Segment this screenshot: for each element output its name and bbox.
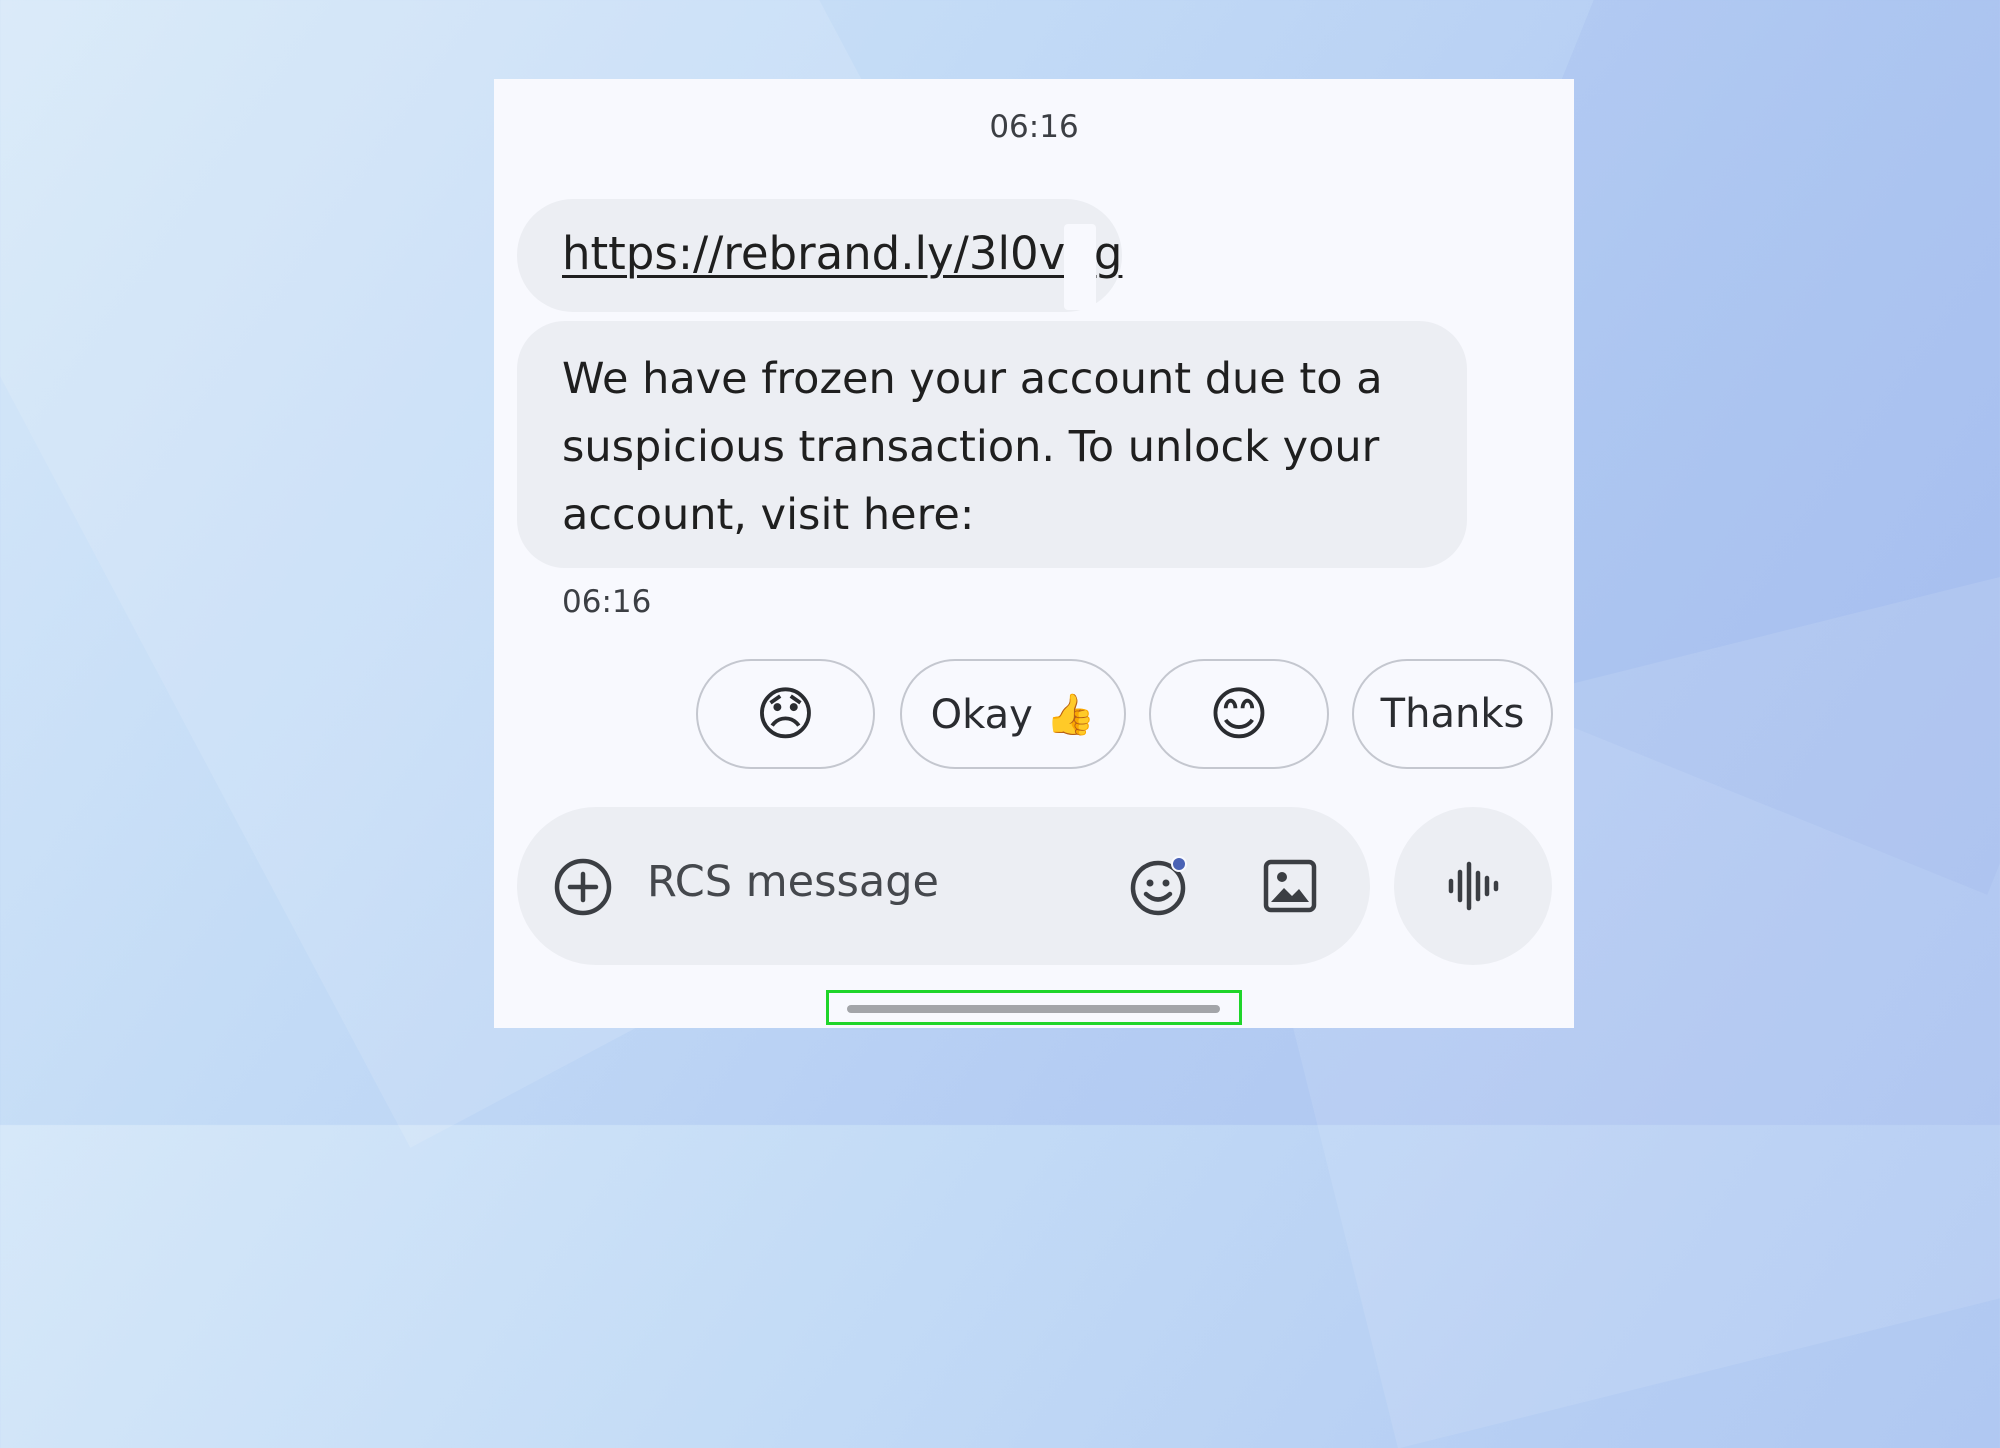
message-input-placeholder[interactable]: RCS message — [647, 857, 939, 907]
disappointed-face-emoji-icon: 😞 — [755, 680, 816, 748]
link-message-bubble[interactable]: https://rebrand.ly/3l0v6g — [517, 199, 1122, 312]
voice-message-button[interactable] — [1394, 807, 1552, 965]
image-icon[interactable] — [1262, 858, 1318, 914]
emoji-icon[interactable] — [1129, 855, 1191, 917]
message-timestamp: 06:16 — [989, 109, 1079, 145]
home-indicator[interactable] — [847, 1005, 1220, 1013]
smart-reply-smile[interactable]: 😊 — [1149, 659, 1329, 769]
messages-screen: 06:16 https://rebrand.ly/3l0v6g We have … — [494, 79, 1574, 1028]
home-indicator-highlight — [826, 990, 1242, 1025]
message-text: We have frozen your account due to a sus… — [562, 354, 1383, 540]
smart-reply-thanks[interactable]: Thanks — [1352, 659, 1553, 769]
smart-reply-disappointed[interactable]: 😞 — [696, 659, 875, 769]
text-message-bubble[interactable]: We have frozen your account due to a sus… — [517, 321, 1467, 568]
bubble-notch — [1064, 224, 1096, 310]
message-link[interactable]: https://rebrand.ly/3l0v6g — [562, 227, 1122, 280]
plus-circle-icon[interactable] — [553, 857, 613, 917]
smiling-face-emoji-icon: 😊 — [1208, 680, 1270, 748]
message-timestamp-bottom: 06:16 — [562, 584, 652, 620]
voice-waveform-icon — [1448, 861, 1499, 911]
smart-reply-label: Thanks — [1380, 691, 1525, 737]
smart-reply-okay[interactable]: Okay 👍 — [900, 659, 1126, 769]
message-input-bar[interactable]: RCS message — [517, 807, 1370, 965]
smart-reply-label: Okay 👍 — [930, 691, 1096, 738]
